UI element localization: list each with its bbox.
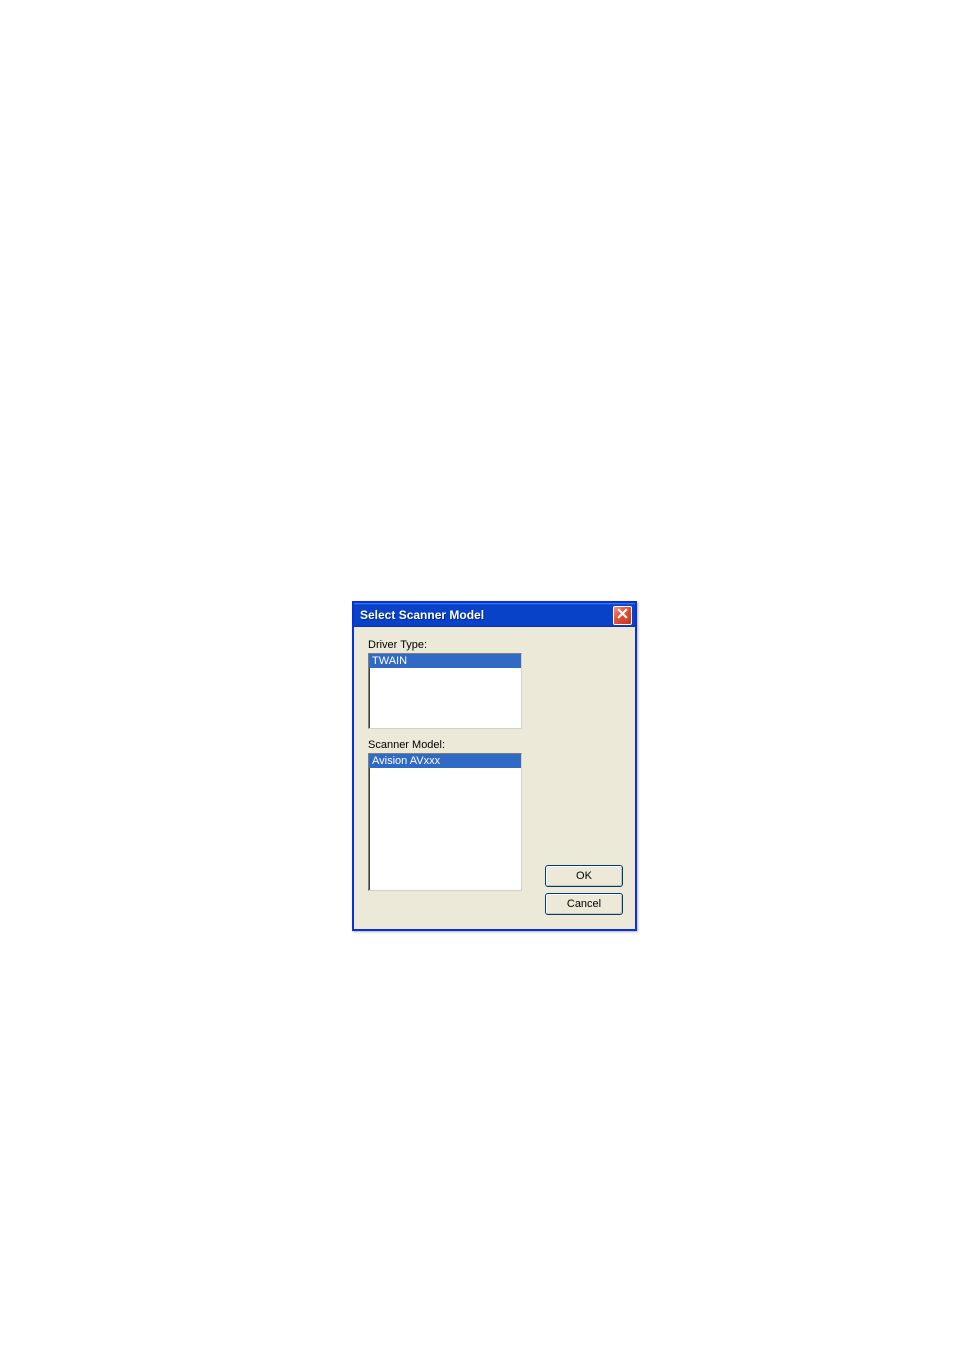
driver-type-listbox[interactable]: TWAIN	[368, 653, 522, 729]
ok-button[interactable]: OK	[545, 865, 623, 887]
titlebar[interactable]: Select Scanner Model	[354, 603, 635, 627]
scanner-model-label: Scanner Model:	[368, 739, 625, 751]
button-area: OK Cancel	[545, 865, 623, 915]
dialog-content: Driver Type: TWAIN Scanner Model: Avisio…	[354, 627, 635, 929]
close-icon	[617, 606, 628, 624]
select-scanner-dialog: Select Scanner Model Driver Type: TWAIN …	[352, 601, 637, 931]
list-item[interactable]: TWAIN	[369, 654, 521, 668]
scanner-model-listbox[interactable]: Avision AVxxx	[368, 753, 522, 891]
list-item[interactable]: Avision AVxxx	[369, 754, 521, 768]
driver-type-label: Driver Type:	[368, 639, 625, 651]
cancel-button[interactable]: Cancel	[545, 893, 623, 915]
dialog-title: Select Scanner Model	[360, 608, 484, 622]
close-button[interactable]	[613, 606, 632, 625]
